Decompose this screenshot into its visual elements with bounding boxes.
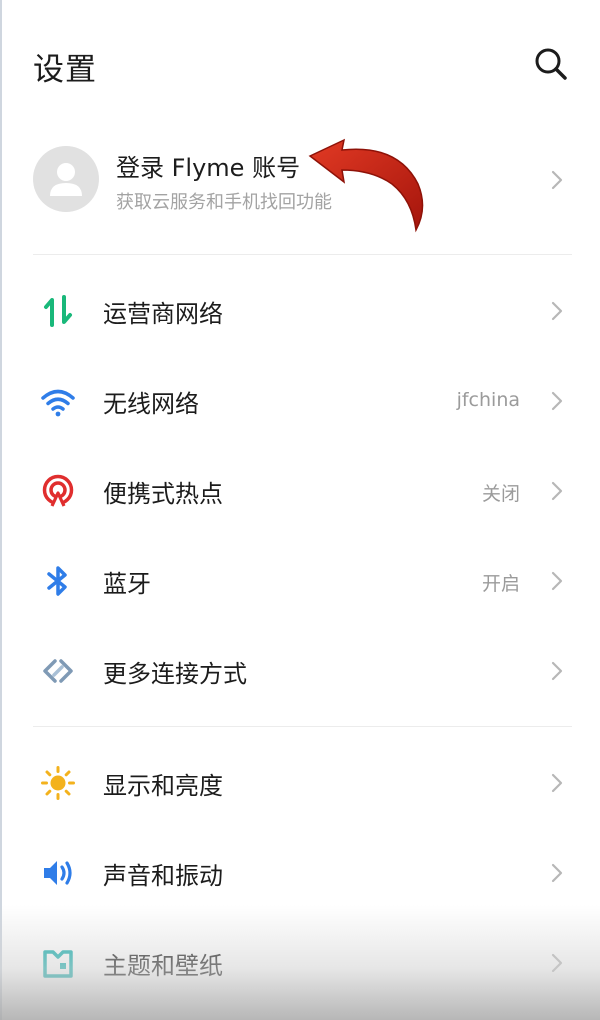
setting-label: 更多连接方式 — [103, 660, 247, 688]
setting-value: jfchina — [456, 389, 520, 411]
chevron-right-icon — [551, 391, 563, 411]
setting-row-carrier[interactable]: 运营商网络 — [0, 266, 600, 356]
wifi-icon — [41, 389, 75, 417]
brightness-icon — [41, 766, 75, 800]
chevron-right-icon — [551, 571, 563, 591]
setting-row-theme[interactable]: 主题和壁纸 — [0, 918, 600, 1008]
link-icon — [43, 659, 73, 683]
divider — [33, 254, 572, 255]
setting-row-sound[interactable]: 声音和振动 — [0, 828, 600, 918]
setting-value: 关闭 — [481, 483, 520, 505]
avatar-person-icon — [50, 163, 82, 196]
mobile-data-icon — [44, 295, 72, 327]
theme-icon — [43, 950, 73, 978]
setting-label: 声音和振动 — [103, 862, 223, 890]
chevron-right-icon — [551, 953, 563, 973]
search-icon — [535, 48, 567, 80]
chevron-right-icon — [551, 863, 563, 883]
avatar — [33, 146, 99, 212]
annotation-arrow-icon — [308, 138, 424, 233]
chevron-right-icon — [551, 170, 563, 190]
bluetooth-icon — [47, 566, 67, 596]
hotspot-icon — [42, 474, 74, 507]
header: 设置 — [0, 0, 600, 130]
setting-row-wifi[interactable]: 无线网络 jfchina — [0, 356, 600, 446]
setting-label: 便携式热点 — [103, 480, 223, 508]
account-title: 登录 Flyme 账号 — [116, 154, 301, 182]
setting-label: 无线网络 — [103, 390, 199, 418]
chevron-right-icon — [551, 301, 563, 321]
setting-label: 运营商网络 — [103, 300, 223, 328]
search-button[interactable] — [531, 44, 571, 84]
page-title: 设置 — [33, 52, 97, 88]
setting-row-bluetooth[interactable]: 蓝牙 开启 — [0, 536, 600, 626]
setting-label: 主题和壁纸 — [103, 952, 223, 980]
sound-icon — [44, 861, 72, 885]
setting-label: 蓝牙 — [103, 570, 151, 598]
divider — [33, 726, 572, 727]
chevron-right-icon — [551, 661, 563, 681]
setting-label: 显示和亮度 — [103, 772, 223, 800]
setting-value: 开启 — [481, 573, 520, 595]
chevron-right-icon — [551, 773, 563, 793]
setting-row-more-connections[interactable]: 更多连接方式 — [0, 626, 600, 716]
setting-row-display[interactable]: 显示和亮度 — [0, 738, 600, 828]
setting-row-hotspot[interactable]: 便携式热点 关闭 — [0, 446, 600, 536]
chevron-right-icon — [551, 481, 563, 501]
